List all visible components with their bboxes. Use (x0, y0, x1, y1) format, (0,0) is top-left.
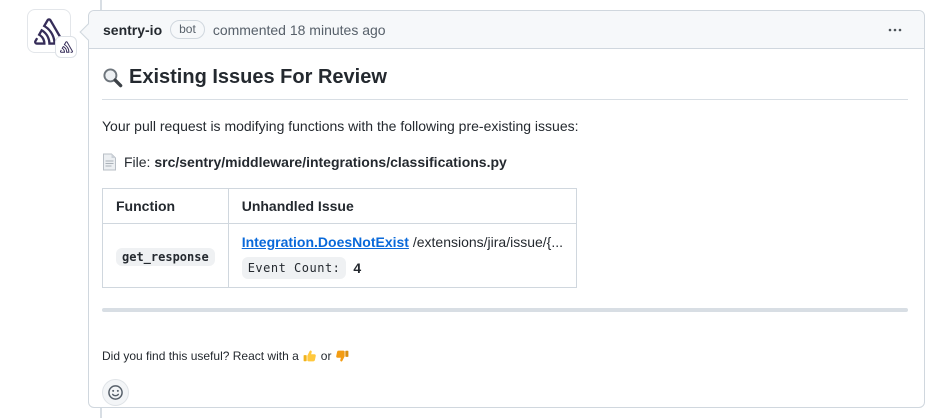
table-row: get_response Integration.DoesNotExist /e… (103, 224, 577, 288)
footer-prompt: Did you find this useful? React with a (102, 348, 299, 364)
file-label-wrap: File: src/sentry/middleware/integrations… (124, 152, 507, 172)
event-count-line: Event Count: 4 (242, 257, 563, 279)
file-line: File: src/sentry/middleware/integrations… (102, 152, 908, 172)
thumbs-up-icon (303, 349, 317, 363)
file-label: File: (124, 154, 150, 170)
column-header-unhandled-issue: Unhandled Issue (228, 189, 576, 224)
event-count-label: Event Count: (242, 257, 347, 279)
issue-line: Integration.DoesNotExist /extensions/jir… (242, 232, 563, 252)
comment-header: sentry-io bot commented 18 minutes ago (89, 11, 924, 49)
comment-card: sentry-io bot commented 18 minutes ago E… (88, 10, 925, 408)
timestamp-link[interactable]: commented 18 minutes ago (213, 22, 386, 38)
sentry-logo-mini-icon (60, 41, 73, 53)
column-header-function: Function (103, 189, 229, 224)
footer-or: or (321, 348, 332, 364)
event-count-value: 4 (353, 259, 361, 277)
issue-cell: Integration.DoesNotExist /extensions/jir… (228, 224, 576, 288)
avatar-bot-badge (55, 36, 77, 58)
comment-heading: Existing Issues For Review (102, 65, 908, 100)
file-path: src/sentry/middleware/integrations/class… (154, 154, 506, 170)
issue-link[interactable]: Integration.DoesNotExist (242, 234, 409, 250)
comment-heading-text: Existing Issues For Review (129, 65, 387, 89)
magnifier-icon (102, 67, 123, 88)
footer-note: Did you find this useful? React with a o… (102, 348, 908, 364)
kebab-menu-button[interactable] (882, 18, 908, 42)
page-facing-up-icon (102, 153, 117, 171)
smiley-icon (107, 384, 124, 401)
divider (102, 308, 908, 312)
function-cell: get_response (103, 224, 229, 288)
issue-path-suffix: /extensions/jira/issue/{... (413, 234, 563, 250)
kebab-horizontal-icon (886, 22, 904, 38)
issues-table: Function Unhandled Issue get_response In… (102, 188, 577, 288)
author-link[interactable]: sentry-io (103, 22, 162, 38)
table-header-row: Function Unhandled Issue (103, 189, 577, 224)
thumbs-down-icon (335, 349, 349, 363)
comment-body: Existing Issues For Review Your pull req… (89, 49, 924, 420)
intro-text: Your pull request is modifying functions… (102, 116, 908, 136)
function-code: get_response (116, 248, 215, 266)
add-reaction-button[interactable] (102, 379, 129, 406)
bot-badge: bot (170, 20, 205, 39)
avatar[interactable] (27, 9, 71, 53)
